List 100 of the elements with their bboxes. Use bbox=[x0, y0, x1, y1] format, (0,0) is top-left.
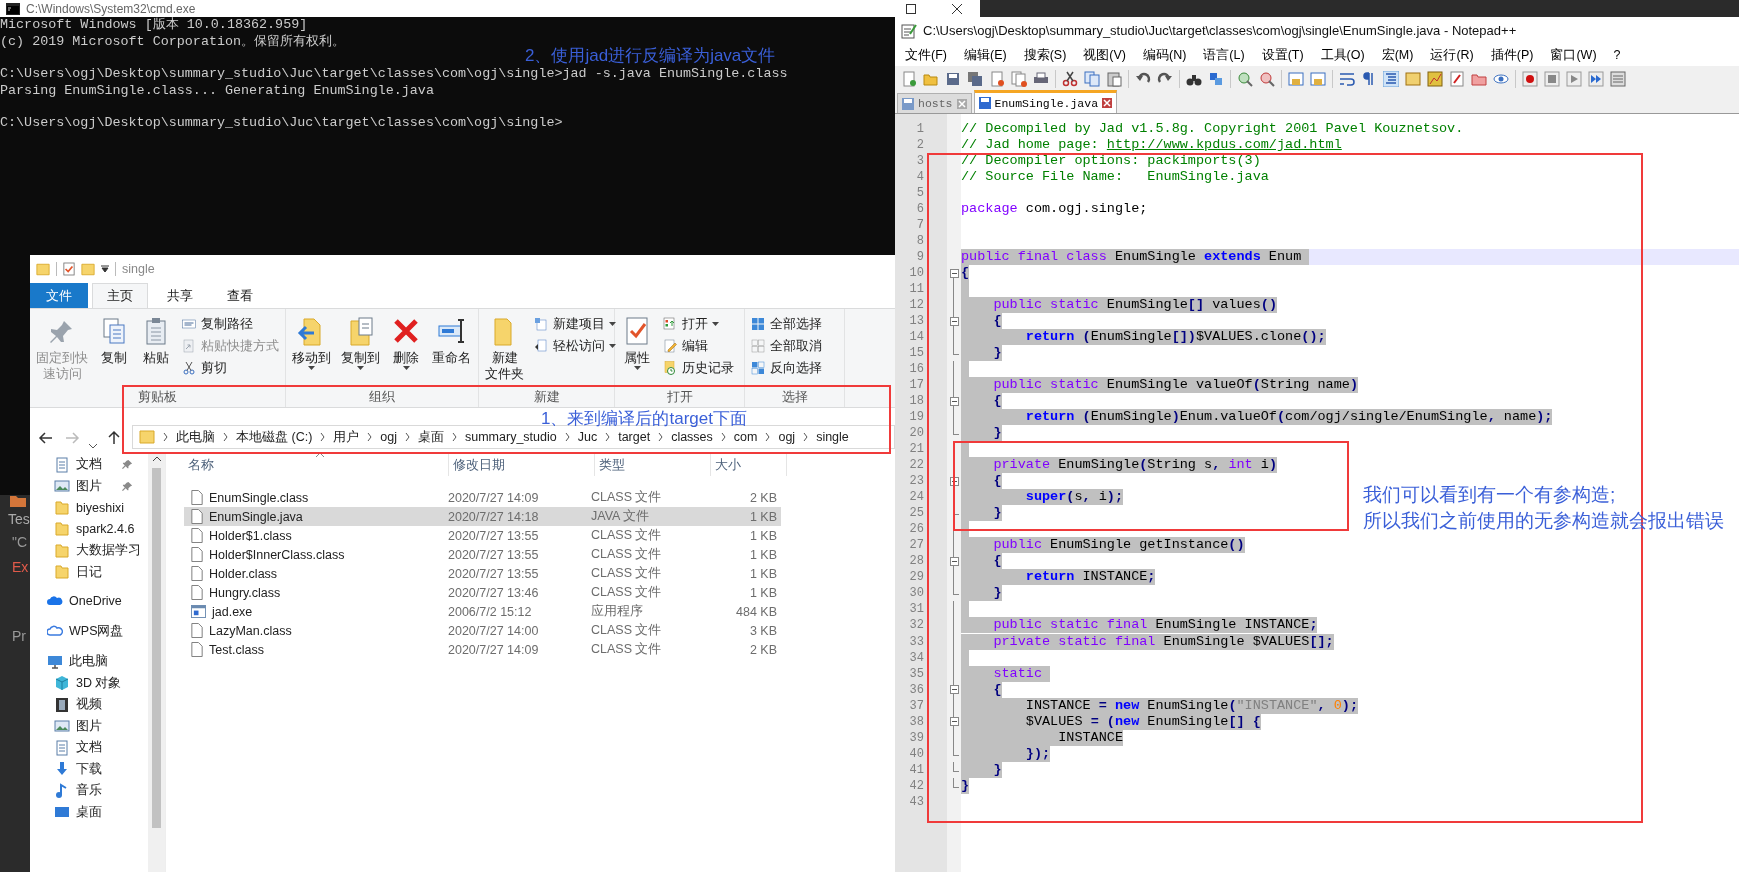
scroll-bar[interactable] bbox=[148, 452, 165, 872]
chevron-down-icon[interactable] bbox=[88, 443, 98, 449]
ribbon-button[interactable]: 轻松访问 bbox=[530, 335, 619, 357]
collapse-icon[interactable] bbox=[949, 556, 959, 566]
navigation-item[interactable]: spark2.4.6 bbox=[30, 518, 148, 540]
folder-workspace-icon[interactable] bbox=[1471, 71, 1487, 87]
menu-item[interactable]: 编辑(E) bbox=[963, 46, 1007, 64]
breadcrumb-item[interactable]: single bbox=[816, 430, 849, 444]
dropdown-icon[interactable] bbox=[101, 265, 109, 273]
menu-item[interactable]: 运行(R) bbox=[1430, 46, 1474, 64]
file-tab[interactable]: 文件 bbox=[30, 283, 88, 308]
navigation-item[interactable]: 文档 bbox=[30, 737, 148, 759]
menu-item[interactable]: ? bbox=[1613, 48, 1621, 62]
menu-item[interactable]: 宏(M) bbox=[1381, 46, 1414, 64]
menu-item[interactable]: 文件(F) bbox=[905, 46, 947, 64]
column-header[interactable]: 大小 bbox=[711, 454, 787, 476]
collapse-icon[interactable] bbox=[949, 268, 959, 278]
navigation-item[interactable]: OneDrive bbox=[30, 590, 148, 612]
collapse-icon[interactable] bbox=[949, 717, 959, 727]
stop-icon[interactable] bbox=[1544, 71, 1560, 87]
breadcrumb-item[interactable]: ogj bbox=[380, 430, 397, 444]
file-row[interactable]: EnumSingle.class 2020/7/27 14:09 CLASS 文件 2 KB bbox=[184, 488, 781, 507]
ribbon-button[interactable]: 编辑 bbox=[659, 335, 737, 357]
eye-icon[interactable] bbox=[1493, 71, 1509, 87]
menu-item[interactable]: 设置(T) bbox=[1261, 46, 1304, 64]
chart-icon[interactable] bbox=[1427, 71, 1443, 87]
scissors-icon[interactable] bbox=[1062, 71, 1078, 87]
ribbon-button[interactable]: 打开 bbox=[659, 313, 737, 335]
file-row[interactable]: Test.class 2020/7/27 14:09 CLASS 文件 2 KB bbox=[184, 640, 781, 659]
breadcrumb-item[interactable]: 用户 bbox=[333, 428, 360, 446]
ribbon-button[interactable]: 剪切 bbox=[178, 357, 282, 379]
navigation-item[interactable]: 下载 bbox=[30, 758, 148, 780]
play-icon[interactable] bbox=[1566, 71, 1582, 87]
ribbon-button[interactable]: 反向选择 bbox=[747, 357, 825, 379]
indent-guide-icon[interactable] bbox=[1383, 71, 1399, 87]
navigation-item[interactable]: 桌面 bbox=[30, 801, 148, 823]
document-tab[interactable]: EnumSingle.java bbox=[973, 90, 1118, 113]
file-row[interactable]: Holder$1.class 2020/7/27 13:55 CLASS 文件 1 KB bbox=[184, 526, 781, 545]
ribbon-button[interactable]: 重命名 bbox=[428, 313, 475, 368]
ribbon-button[interactable]: 删除 bbox=[386, 313, 426, 372]
collapse-icon[interactable] bbox=[949, 396, 959, 406]
zoom-in-icon[interactable] bbox=[1237, 71, 1253, 87]
ribbon-button[interactable]: 粘贴 bbox=[136, 313, 176, 368]
ribbon-tab[interactable]: 主页 bbox=[92, 283, 148, 308]
navigation-item[interactable]: 日记 bbox=[30, 561, 148, 583]
navigation-item[interactable]: 图片 bbox=[30, 475, 148, 497]
navigation-item[interactable]: 大数据学习 bbox=[30, 540, 148, 562]
menu-item[interactable]: 工具(O) bbox=[1320, 46, 1365, 64]
file-row[interactable]: Hungry.class 2020/7/27 13:46 CLASS 文件 1 KB bbox=[184, 583, 781, 602]
close-file-icon[interactable] bbox=[989, 71, 1005, 87]
breadcrumb-item[interactable]: 桌面 bbox=[418, 428, 444, 446]
collapse-icon[interactable] bbox=[949, 316, 959, 326]
file-row[interactable]: LazyMan.class 2020/7/27 14:00 CLASS 文件 3 KB bbox=[184, 621, 781, 640]
ribbon-button[interactable]: 复制 bbox=[94, 313, 134, 368]
maximize-icon[interactable] bbox=[906, 3, 916, 14]
navigation-item[interactable]: 此电脑 bbox=[30, 651, 148, 673]
scroll-thumb[interactable] bbox=[152, 468, 161, 828]
navigation-item[interactable]: biyeshixi bbox=[30, 497, 148, 519]
new-file-icon[interactable] bbox=[901, 71, 917, 87]
ribbon-button[interactable]: 移动到 bbox=[288, 313, 335, 372]
breadcrumb-item[interactable]: summary_studio bbox=[465, 430, 557, 444]
ribbon-button[interactable]: 全部选择 bbox=[747, 313, 825, 335]
file-row[interactable]: jad.exe 2006/7/2 15:12 应用程序 484 KB bbox=[184, 602, 781, 621]
navigation-item[interactable]: 文档 bbox=[30, 454, 148, 476]
navigation-item[interactable]: 3D 对象 bbox=[30, 672, 148, 694]
word-wrap-icon[interactable] bbox=[1339, 71, 1355, 87]
breadcrumb-item[interactable]: ogj bbox=[778, 430, 796, 444]
close-icon[interactable] bbox=[952, 3, 962, 14]
file-row[interactable]: EnumSingle.java 2020/7/27 14:18 JAVA 文件 1 KB bbox=[184, 507, 781, 526]
column-header[interactable]: 类型 bbox=[595, 454, 711, 476]
close-all-icon[interactable] bbox=[1011, 71, 1027, 87]
breadcrumb-item[interactable]: 此电脑 bbox=[176, 428, 215, 446]
navigation-item[interactable]: 图片 bbox=[30, 715, 148, 737]
menu-item[interactable]: 插件(P) bbox=[1490, 46, 1534, 64]
document-tab[interactable]: hosts bbox=[897, 93, 972, 113]
ribbon-button[interactable]: 复制路径 bbox=[178, 313, 282, 335]
column-header[interactable]: 名称 bbox=[186, 454, 449, 476]
replace-icon[interactable] bbox=[1208, 71, 1224, 87]
back-arrow-icon[interactable] bbox=[38, 430, 54, 446]
fast-forward-icon[interactable] bbox=[1588, 71, 1604, 87]
properties-icon[interactable] bbox=[63, 262, 75, 276]
ribbon-button[interactable]: 历史记录 bbox=[659, 357, 737, 379]
collapse-icon[interactable] bbox=[949, 476, 959, 486]
file-row[interactable]: Holder.class 2020/7/27 13:55 CLASS 文件 1 KB bbox=[184, 564, 781, 583]
breadcrumb-item[interactable]: 本地磁盘 (C:) bbox=[236, 428, 313, 446]
paste-icon[interactable] bbox=[1106, 71, 1122, 87]
navigation-item[interactable]: WPS网盘 bbox=[30, 620, 148, 642]
ribbon-button[interactable]: 复制到 bbox=[337, 313, 384, 372]
menu-item[interactable]: 搜索(S) bbox=[1023, 46, 1067, 64]
breadcrumb-item[interactable]: com bbox=[733, 430, 758, 444]
menu-item[interactable]: 视图(V) bbox=[1083, 46, 1126, 64]
collapse-icon[interactable] bbox=[949, 685, 959, 695]
breadcrumb-item[interactable]: classes bbox=[671, 430, 713, 444]
navigation-item[interactable]: 视频 bbox=[30, 694, 148, 716]
menu-item[interactable]: 窗口(W) bbox=[1550, 46, 1597, 64]
copy-icon[interactable] bbox=[1084, 71, 1100, 87]
ribbon-button[interactable]: 新建项目 bbox=[530, 313, 619, 335]
zoom-out-icon[interactable] bbox=[1259, 71, 1275, 87]
save-icon[interactable] bbox=[945, 71, 961, 87]
ribbon-button[interactable]: 新建 文件夹 bbox=[481, 313, 528, 384]
